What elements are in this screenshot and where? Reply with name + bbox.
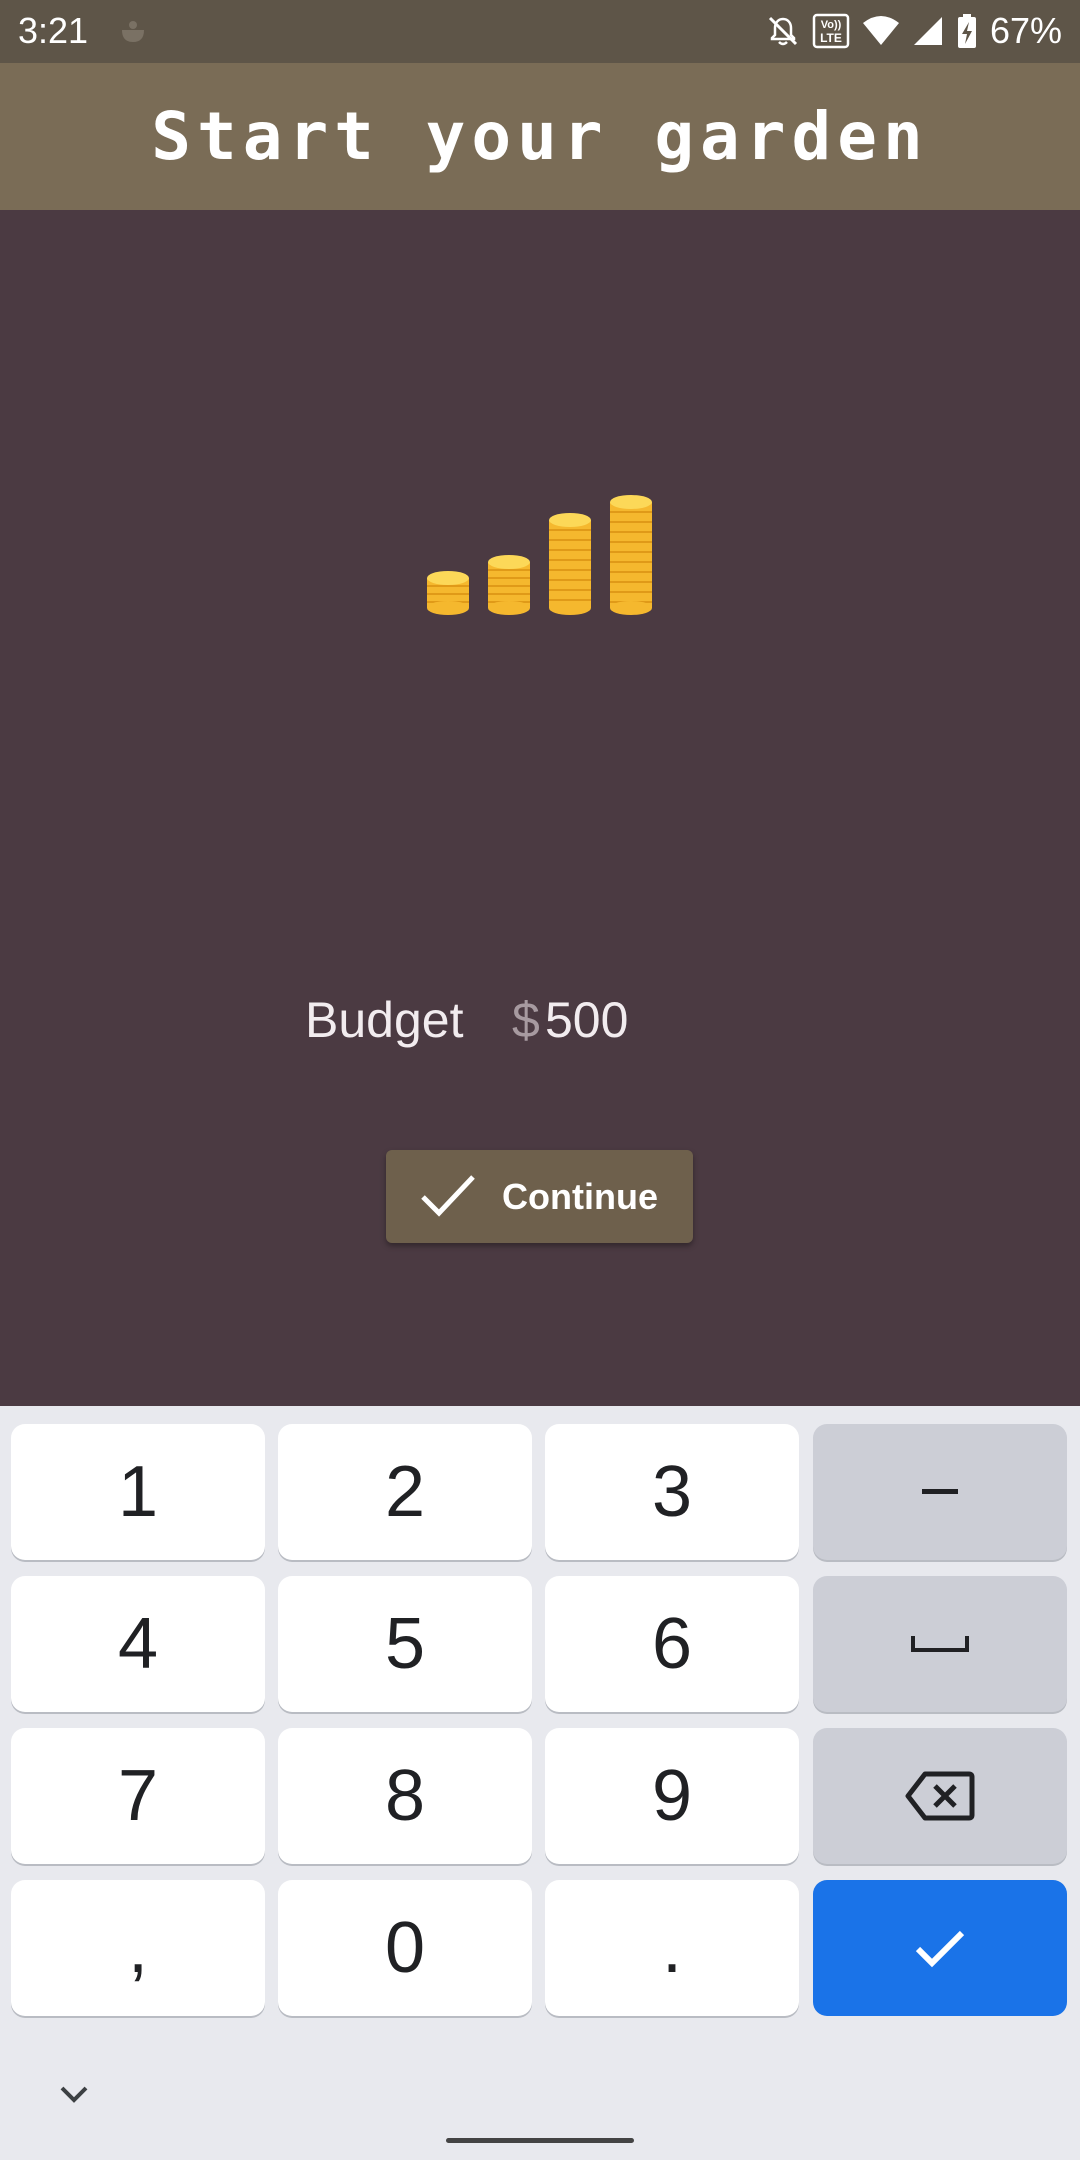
volte-bottom-label: LTE	[820, 31, 842, 45]
continue-button[interactable]: Continue	[386, 1150, 693, 1243]
battery-charging-icon	[957, 14, 976, 48]
home-indicator[interactable]	[446, 2138, 634, 2143]
done-check-icon	[915, 1930, 965, 1968]
budget-input[interactable]: 500	[545, 985, 628, 1055]
status-bar: 3:21 Vo)) LTE 67%	[0, 0, 1080, 63]
key-period[interactable]: .	[545, 1880, 799, 2016]
key-9[interactable]: 9	[545, 1728, 799, 1864]
continue-label: Continue	[502, 1176, 658, 1217]
backspace-icon	[905, 1771, 975, 1821]
volte-icon: Vo)) LTE	[812, 13, 850, 49]
cellular-signal-icon	[913, 17, 942, 45]
key-2[interactable]: 2	[278, 1424, 532, 1560]
key-space[interactable]	[813, 1576, 1067, 1712]
wifi-icon	[862, 16, 899, 45]
status-time: 3:21	[18, 10, 89, 51]
chevron-down-icon[interactable]	[56, 2082, 92, 2106]
app-bar: Start your garden	[0, 63, 1080, 210]
coin-stack-2	[488, 555, 530, 615]
coin-stack-1	[427, 571, 469, 615]
currency-symbol: $	[512, 992, 540, 1048]
key-dash[interactable]	[813, 1424, 1067, 1560]
app-notification-icon	[122, 21, 144, 42]
coin-stacks-icon	[427, 495, 652, 615]
dash-icon	[922, 1489, 958, 1494]
key-done[interactable]	[813, 1880, 1067, 2016]
coin-stack-3	[549, 513, 591, 615]
space-bar-icon	[911, 1636, 969, 1652]
volte-top-label: Vo))	[821, 19, 842, 31]
key-3[interactable]: 3	[545, 1424, 799, 1560]
key-backspace[interactable]	[813, 1728, 1067, 1864]
key-8[interactable]: 8	[278, 1728, 532, 1864]
key-7[interactable]: 7	[11, 1728, 265, 1864]
key-0[interactable]: 0	[278, 1880, 532, 2016]
coin-stack-4	[610, 495, 652, 615]
battery-percentage: 67%	[989, 10, 1062, 51]
page-title: Start your garden	[151, 98, 929, 175]
key-6[interactable]: 6	[545, 1576, 799, 1712]
key-5[interactable]: 5	[278, 1576, 532, 1712]
budget-field[interactable]: Budget $ 500	[0, 985, 1080, 1055]
budget-label: Budget	[305, 992, 464, 1048]
bell-off-icon	[768, 16, 797, 46]
key-comma[interactable]: ,	[11, 1880, 265, 2016]
key-1[interactable]: 1	[11, 1424, 265, 1560]
key-4[interactable]: 4	[11, 1576, 265, 1712]
check-icon	[421, 1175, 475, 1217]
